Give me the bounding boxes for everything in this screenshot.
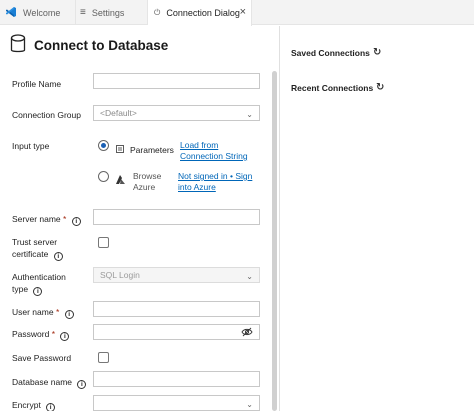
authentication-type-label: Authentication type i: [12, 271, 66, 296]
database-name-label: Database name i: [12, 376, 87, 389]
info-icon[interactable]: i: [77, 380, 87, 389]
profile-name-input[interactable]: [93, 73, 260, 89]
trust-certificate-checkbox[interactable]: [98, 237, 109, 248]
encrypt-label: Encrypt i: [12, 399, 56, 411]
database-name-input[interactable]: [93, 371, 260, 387]
load-connection-string-link[interactable]: Load from Connection String: [180, 140, 248, 162]
tab-welcome[interactable]: Welcome: [0, 0, 76, 25]
parameters-radio[interactable]: [98, 140, 109, 151]
authentication-type-select[interactable]: SQL Login ⌄: [93, 267, 260, 283]
tab-settings[interactable]: ≡ Settings: [76, 0, 148, 25]
encrypt-select[interactable]: ⌄: [93, 395, 260, 411]
close-icon[interactable]: ×: [240, 6, 246, 18]
tab-label: Connection Dialog: [166, 8, 240, 18]
label-text: User name: [12, 307, 54, 317]
azure-icon: [116, 175, 126, 187]
label-text: certificate: [12, 249, 49, 259]
tab-connection-dialog[interactable]: ⏻ Connection Dialog ×: [148, 0, 252, 26]
azure-sign-in-link[interactable]: Not signed in • Sign into Azure: [178, 171, 252, 193]
tab-label: Settings: [91, 7, 125, 18]
parameters-icon: [116, 145, 124, 155]
link-line: Not signed in • Sign: [178, 171, 253, 181]
required-mark: *: [63, 214, 67, 224]
save-password-label: Save Password: [12, 353, 72, 363]
label-text: Encrypt: [12, 400, 41, 410]
text-line: Azure: [133, 182, 156, 192]
page-title: Connect to Database: [34, 37, 169, 53]
label-text: Password: [12, 329, 50, 339]
info-icon[interactable]: i: [64, 310, 74, 319]
server-name-input[interactable]: [93, 209, 260, 225]
tab-bar: Welcome ≡ Settings ⏻ Connection Dialog ×: [0, 0, 474, 26]
profile-name-label: Profile Name: [12, 79, 62, 89]
label-text: Authentication: [12, 272, 66, 282]
text-line: Browse: [133, 171, 162, 181]
browse-azure-label: Browse Azure: [133, 171, 161, 193]
info-icon[interactable]: i: [71, 217, 81, 226]
refresh-icon[interactable]: ↻: [373, 47, 381, 58]
eye-slash-icon[interactable]: [241, 327, 253, 341]
input-type-label: Input type: [12, 141, 50, 151]
refresh-icon[interactable]: ↻: [376, 82, 384, 93]
link-line: Load from: [180, 140, 219, 150]
password-label: Password * i: [12, 328, 70, 341]
label-text: type: [12, 284, 29, 294]
database-icon: [10, 34, 26, 56]
server-name-label: Server name * i: [12, 213, 81, 226]
info-icon[interactable]: i: [46, 403, 56, 411]
vscode-icon: [5, 6, 17, 20]
recent-connections-heading: Recent Connections: [291, 83, 374, 93]
link-line: Connection String: [180, 151, 248, 161]
chevron-down-icon: ⌄: [246, 110, 253, 119]
plug-icon: ⏻: [154, 8, 161, 17]
chevron-down-icon: ⌄: [246, 272, 253, 281]
tab-label: Welcome: [23, 7, 61, 18]
label-text: Trust server: [12, 237, 58, 247]
user-name-label: User name * i: [12, 306, 74, 319]
link-line: into Azure: [178, 182, 216, 192]
connection-group-label: Connection Group: [12, 110, 81, 120]
trust-certificate-label: Trust server certificate i: [12, 236, 63, 261]
password-input[interactable]: [93, 324, 260, 340]
chevron-down-icon: ⌄: [246, 400, 253, 409]
dialog-header: Connect to Database: [10, 34, 168, 56]
connection-form-panel: Connect to Database Profile Name Connect…: [0, 26, 280, 411]
user-name-input[interactable]: [93, 301, 260, 317]
save-password-checkbox[interactable]: [98, 352, 109, 363]
label-text: Server name: [12, 214, 61, 224]
parameters-label: Parameters: [130, 145, 174, 155]
required-mark: *: [51, 329, 56, 339]
settings-icon: ≡: [80, 7, 86, 18]
label-text: Database name: [12, 377, 73, 387]
info-icon[interactable]: i: [60, 332, 70, 341]
authentication-type-value: SQL Login: [100, 270, 140, 280]
browse-azure-radio[interactable]: [98, 171, 109, 182]
saved-connections-heading: Saved Connections: [291, 48, 370, 58]
info-icon[interactable]: i: [33, 287, 43, 296]
connection-group-select[interactable]: <Default> ⌄: [93, 105, 260, 121]
connection-group-value: <Default>: [100, 108, 137, 118]
required-mark: *: [55, 307, 60, 317]
info-icon[interactable]: i: [53, 252, 63, 261]
form-scrollbar[interactable]: [272, 71, 277, 411]
